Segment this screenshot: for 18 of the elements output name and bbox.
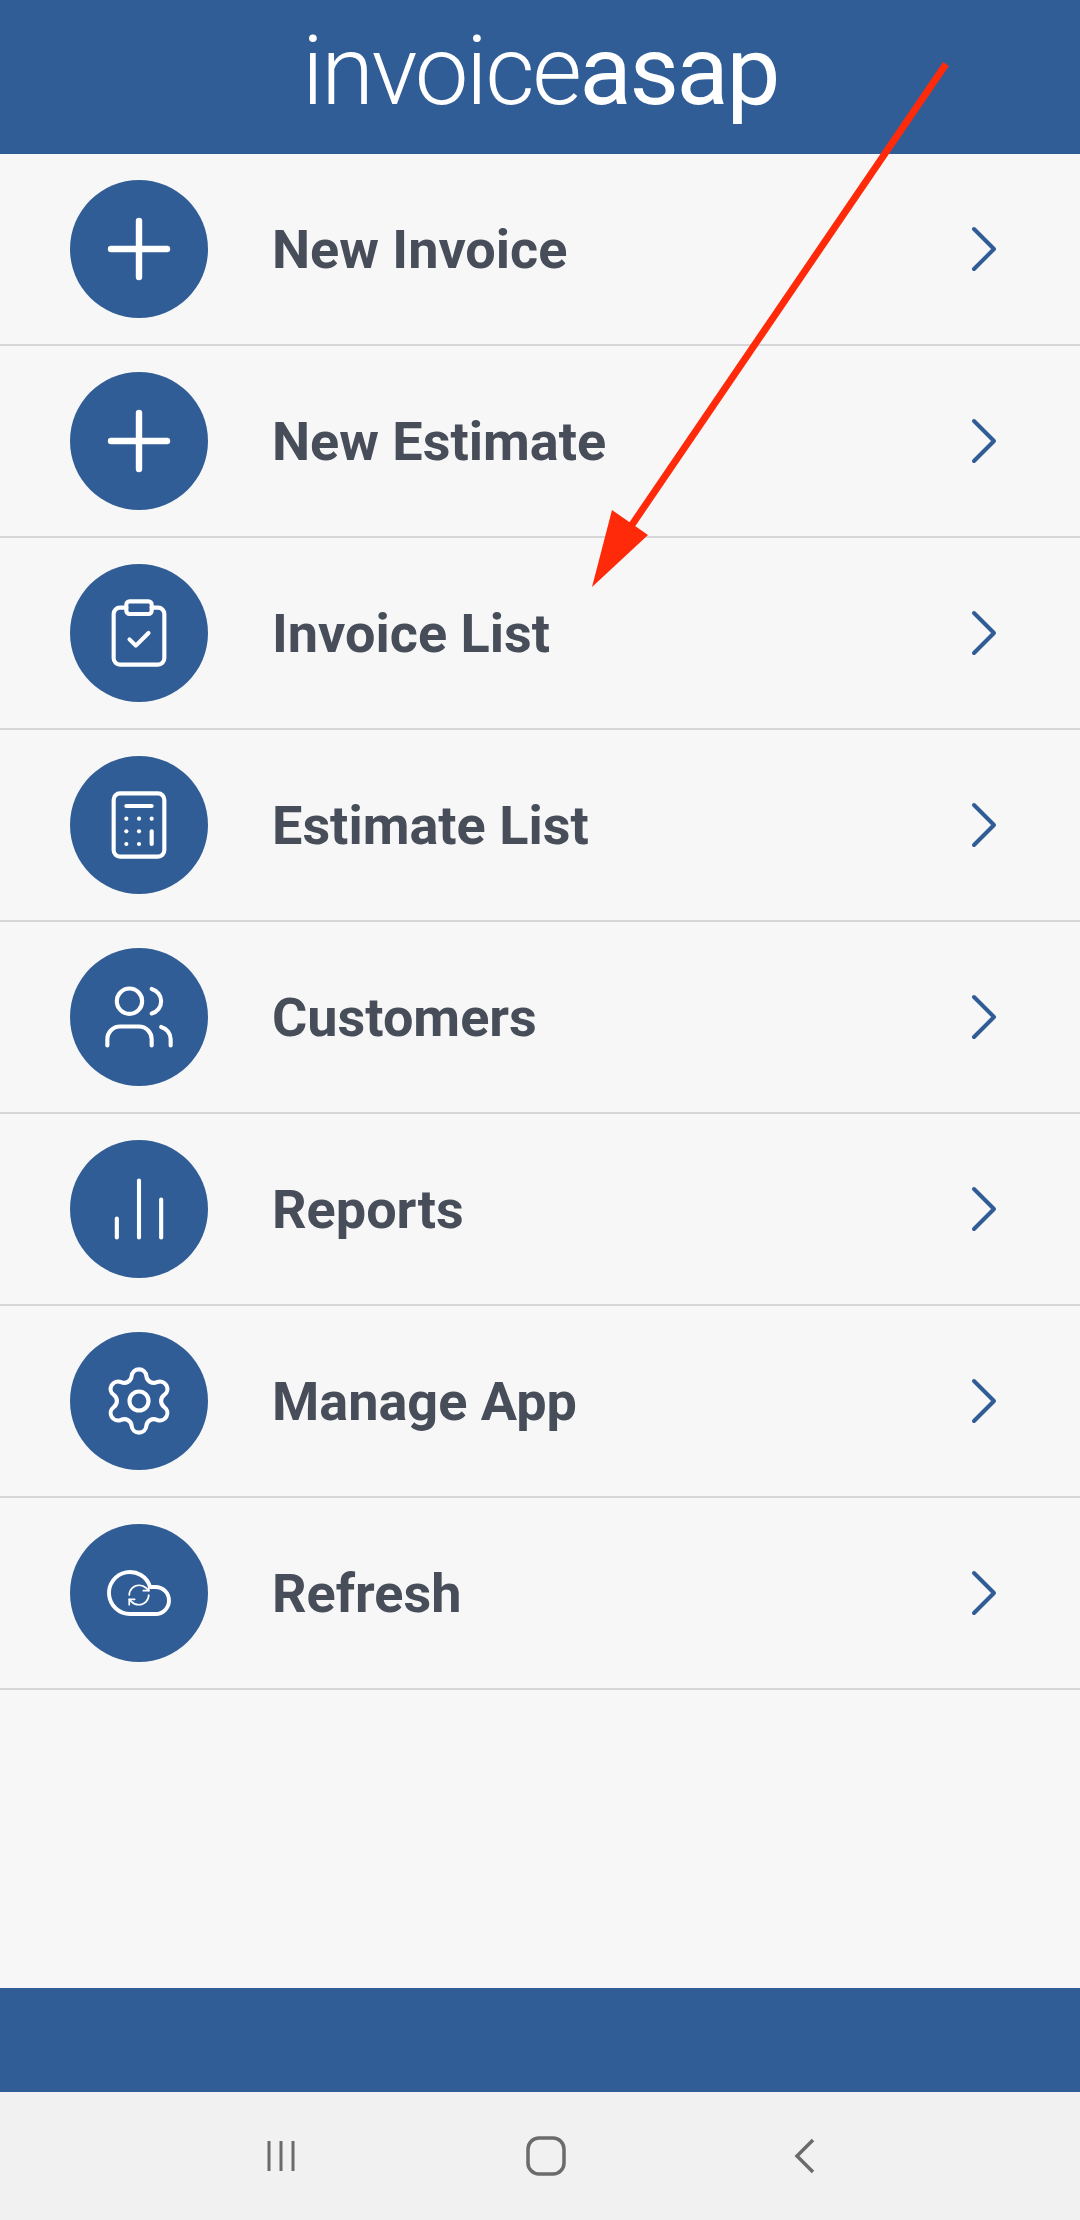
menu-item[interactable]: Reports bbox=[0, 1114, 1080, 1306]
menu-label: New Estimate bbox=[272, 408, 608, 475]
menu-label: Customers bbox=[272, 984, 538, 1051]
menu-item[interactable]: Invoice List bbox=[0, 538, 1080, 730]
menu-label: New Invoice bbox=[272, 216, 569, 283]
menu-label: Invoice List bbox=[272, 600, 551, 667]
menu-item[interactable]: Manage App bbox=[0, 1306, 1080, 1498]
menu-label: Refresh bbox=[272, 1560, 463, 1627]
menu-item[interactable]: Refresh bbox=[0, 1498, 1080, 1690]
menu-item[interactable]: Customers bbox=[0, 922, 1080, 1114]
menu-item[interactable]: New Estimate bbox=[0, 346, 1080, 538]
menu-item[interactable]: Estimate List bbox=[0, 730, 1080, 922]
home-icon[interactable] bbox=[524, 2134, 568, 2178]
menu-label: Estimate List bbox=[272, 792, 590, 859]
app-logo: invoiceasap bbox=[302, 23, 778, 129]
menu-label: Reports bbox=[272, 1176, 465, 1243]
menu-item[interactable]: New Invoice bbox=[0, 154, 1080, 346]
menu-label: Manage App bbox=[272, 1368, 578, 1435]
